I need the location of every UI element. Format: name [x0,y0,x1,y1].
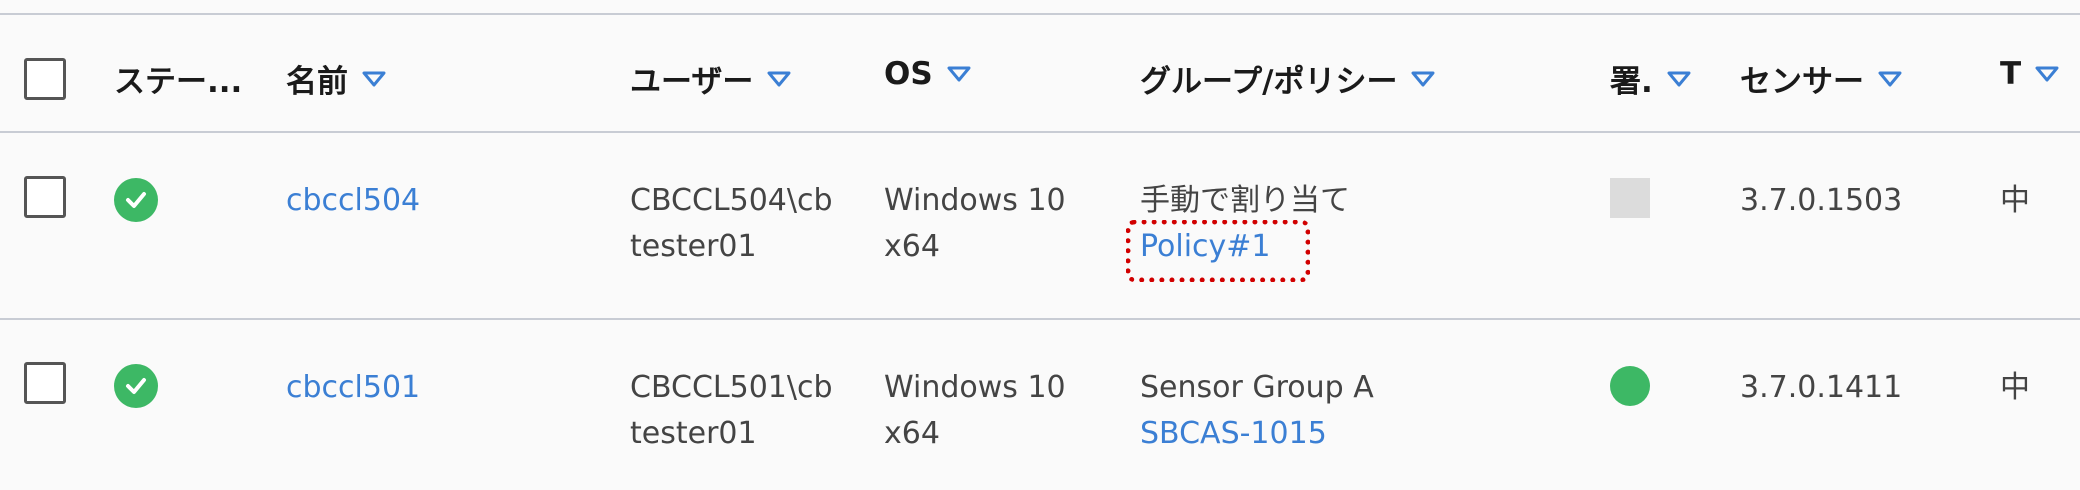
sort-down-icon[interactable] [767,71,791,87]
user-cell: CBCCL501\cb tester01 [630,365,833,457]
devices-table: ステー... 名前 ユーザー OS グループ/ポリシー 署. センサー T cb… [0,0,2080,490]
header-divider [0,131,2080,133]
device-name-link[interactable]: cbccl501 [286,365,420,411]
os-line1: Windows 10 [884,370,1066,405]
user-line1: CBCCL501\cb [630,370,833,405]
row-checkbox[interactable] [24,176,66,218]
column-header-os-label: OS [884,56,933,92]
os-line2: x64 [884,416,940,451]
group-label: 手動で割り当て [1140,183,1350,218]
column-header-sensor-label: センサー [1740,64,1864,100]
column-header-name-label: 名前 [286,64,348,100]
column-header-status-label: ステー... [114,64,243,100]
user-line2: tester01 [630,416,757,451]
os-cell: Windows 10 x64 [884,178,1066,270]
policy-link[interactable]: SBCAS-1015 [1140,411,1374,457]
column-header-os[interactable]: OS [884,56,971,92]
highlight-annotation [1126,220,1310,282]
sensor-version: 3.7.0.1411 [1740,370,1903,405]
column-header-signature-label: 署. [1610,64,1653,100]
user-line1: CBCCL504\cb [630,183,833,218]
status-ok-icon [114,364,158,408]
column-header-group-policy-label: グループ/ポリシー [1140,64,1398,100]
row-checkbox[interactable] [24,362,66,404]
column-header-name[interactable]: 名前 [286,56,386,101]
sort-down-icon[interactable] [1411,71,1435,87]
column-header-group-policy[interactable]: グループ/ポリシー [1140,56,1435,101]
column-header-signature[interactable]: 署. [1610,56,1691,101]
user-line2: tester01 [630,229,757,264]
column-header-t[interactable]: T [2000,56,2059,92]
t-value: 中 [2000,370,2030,405]
sort-down-icon[interactable] [2035,66,2059,82]
column-header-status[interactable]: ステー... [114,56,242,101]
sensor-version: 3.7.0.1503 [1740,183,1903,218]
device-name-link[interactable]: cbccl504 [286,178,420,224]
column-header-t-label: T [2000,56,2022,92]
user-cell: CBCCL504\cb tester01 [630,178,833,270]
sort-down-icon[interactable] [1667,71,1691,87]
sort-down-icon[interactable] [1878,71,1902,87]
column-header-user[interactable]: ユーザー [630,56,791,101]
status-ok-icon [114,178,158,222]
t-value: 中 [2000,183,2030,218]
group-policy-cell: Sensor Group A SBCAS-1015 [1140,365,1374,457]
os-line1: Windows 10 [884,183,1066,218]
row-divider [0,318,2080,320]
column-header-sensor[interactable]: センサー [1740,56,1902,101]
select-all-checkbox[interactable] [24,58,66,100]
column-header-user-label: ユーザー [630,64,754,100]
table-top-border [0,13,2080,15]
os-line2: x64 [884,229,940,264]
os-cell: Windows 10 x64 [884,365,1066,457]
group-label: Sensor Group A [1140,370,1374,405]
sort-down-icon[interactable] [947,66,971,82]
signature-status-green [1610,366,1650,406]
sort-down-icon[interactable] [362,71,386,87]
signature-status-gray [1610,178,1650,218]
